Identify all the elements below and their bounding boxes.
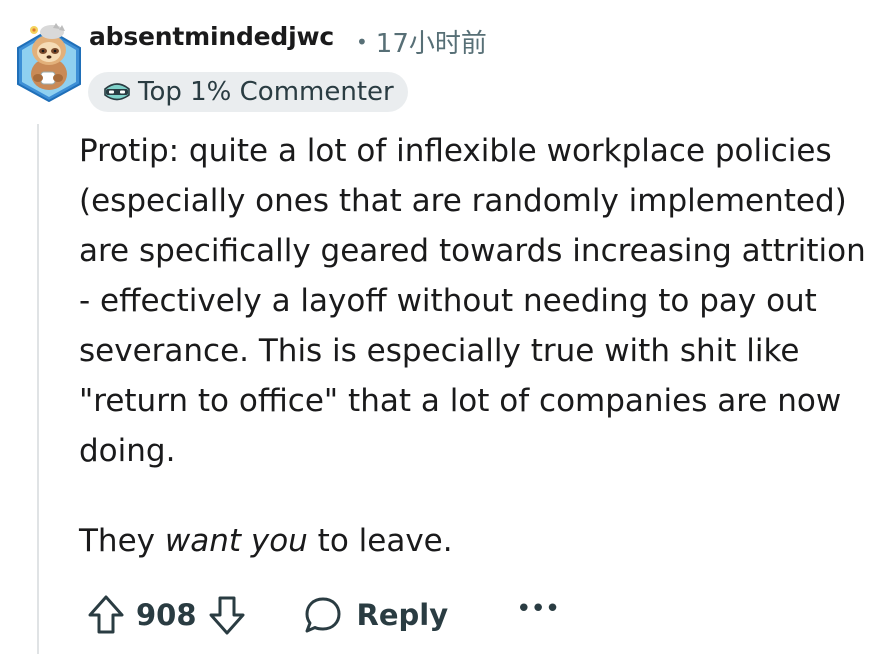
avatar[interactable]: [12, 12, 86, 103]
vote-count: 908: [136, 598, 197, 632]
thread-line[interactable]: [37, 124, 39, 654]
comment-paragraph: They want you to leave.: [79, 516, 869, 566]
reply-label: Reply: [356, 598, 449, 632]
arrow-down-icon: [209, 596, 245, 635]
comment-body: Protip: quite a lot of inflexible workpl…: [79, 126, 869, 566]
time-ago: 17小时前: [375, 29, 487, 59]
timestamp[interactable]: • 17小时前: [356, 23, 487, 60]
sloth-avatar-icon: [17, 23, 81, 103]
meta-separator: •: [356, 30, 368, 54]
username-link[interactable]: absentmindedjwc: [89, 22, 334, 51]
arrow-up-icon: [88, 595, 124, 634]
downvote-button[interactable]: [207, 593, 247, 637]
ninja-mask-icon: [104, 83, 130, 101]
comment-paragraph: Protip: quite a lot of inflexible workpl…: [79, 133, 866, 469]
comment-emphasis: want you: [164, 523, 308, 559]
user-flair-badge: Top 1% Commenter: [88, 72, 408, 112]
speech-bubble-icon: [305, 597, 341, 633]
comment-text: to leave.: [307, 523, 453, 559]
comment-text: They: [79, 523, 165, 559]
more-options-button[interactable]: •••: [516, 594, 560, 624]
comment-action-bar: 908 Reply •••: [86, 590, 560, 640]
upvote-button[interactable]: [86, 593, 126, 637]
flair-label: Top 1% Commenter: [138, 77, 394, 107]
reply-button[interactable]: Reply: [303, 595, 449, 635]
